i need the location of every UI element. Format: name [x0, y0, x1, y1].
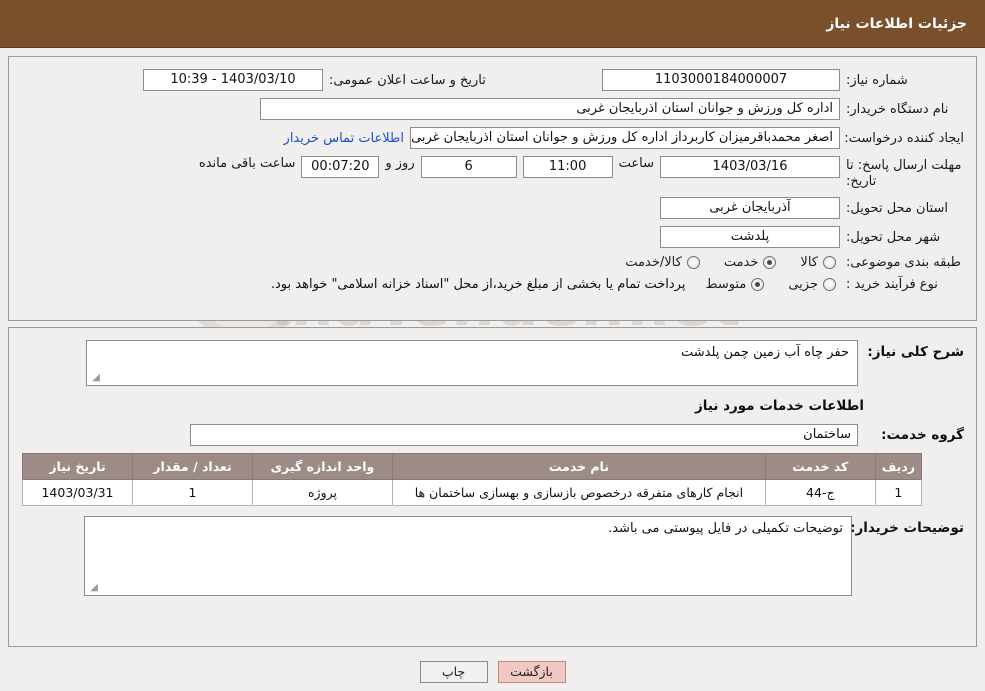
process-option-label: جزیی — [788, 277, 818, 292]
category-option-khedmat[interactable]: خدمت — [724, 255, 777, 270]
category-option-kala-khedmat[interactable]: کالا/خدمت — [625, 255, 700, 270]
row-city: شهر محل تحویل: پلدشت — [21, 226, 964, 248]
category-option-label: کالا — [800, 255, 818, 270]
city-label: شهر محل تحویل: — [846, 229, 941, 245]
row-general-desc: شرح کلی نیاز: حفر چاه آب زمین چمن پلدشت … — [21, 340, 964, 386]
buyer-contact-link[interactable]: اطلاعات تماس خریدار — [284, 131, 404, 146]
city-field[interactable]: پلدشت — [660, 226, 840, 248]
need-summary-panel: شماره نیاز: 1103000184000007 تاریخ و ساع… — [8, 56, 977, 321]
radio-icon[interactable] — [686, 256, 700, 269]
process-option-motevaset[interactable]: متوسط — [705, 277, 765, 292]
th-quantity: تعداد / مقدار — [132, 453, 253, 480]
need-number-field[interactable]: 1103000184000007 — [602, 69, 840, 91]
table-row: 1 ج-44 انجام کارهای متفرقه درخصوص بازساز… — [22, 479, 923, 506]
deadline-time-field[interactable]: 11:00 — [522, 156, 613, 178]
deadline-date-field[interactable]: 1403/03/16 — [660, 156, 840, 178]
category-radio-group: کالا خدمت کالا/خدمت — [625, 255, 840, 270]
action-button-bar: بازگشت چاپ — [0, 661, 985, 683]
category-label: طبقه بندی موضوعی: — [846, 255, 962, 270]
cell-need-date: 1403/03/31 — [22, 479, 133, 506]
buyer-notes-textarea[interactable]: توضیحات تکمیلی در فایل پیوستی می باشد. ◢ — [84, 516, 852, 596]
page-root: AnaTender.net جزئیات اطلاعات نیاز شماره … — [0, 0, 985, 691]
need-details-panel: شرح کلی نیاز: حفر چاه آب زمین چمن پلدشت … — [8, 327, 977, 647]
province-field[interactable]: آذربایجان غربی — [660, 197, 840, 219]
remaining-days-field[interactable]: 6 — [420, 156, 517, 178]
row-province: استان محل تحویل: آذربایجان غربی — [21, 197, 964, 219]
creator-label: ایجاد کننده درخواست: — [844, 130, 964, 146]
service-group-field[interactable]: ساختمان — [190, 424, 858, 446]
process-radio-group: جزیی متوسط — [705, 277, 840, 292]
deadline-label-line2: تاریخ: — [846, 174, 877, 189]
radio-icon[interactable] — [823, 256, 836, 269]
radio-icon[interactable] — [763, 256, 777, 269]
row-buyer-org: نام دستگاه خریدار: اداره کل ورزش و جوانا… — [21, 98, 964, 120]
deadline-time-label: ساعت — [618, 156, 654, 171]
days-label: روز و — [385, 156, 415, 171]
cell-row-number: 1 — [874, 479, 923, 506]
process-type-label: نوع فرآیند خرید : — [846, 277, 938, 292]
services-info-heading: اطلاعات خدمات مورد نیاز — [694, 398, 864, 414]
buyer-org-field[interactable]: اداره کل ورزش و جوانان استان اذربایجان غ… — [260, 98, 840, 120]
print-button[interactable]: چاپ — [419, 661, 488, 683]
buyer-notes-label: توضیحات خریدار: — [850, 520, 964, 536]
remaining-label: ساعت باقی مانده — [198, 156, 296, 171]
general-desc-textarea[interactable]: حفر چاه آب زمین چمن پلدشت ◢ — [86, 340, 858, 386]
creator-field[interactable]: اصغر محمدباقرمیزان کاربرداز اداره کل ورز… — [410, 127, 840, 149]
category-option-label: خدمت — [723, 255, 759, 270]
back-button[interactable]: بازگشت — [497, 661, 566, 683]
cell-service-code: ج-44 — [764, 479, 876, 506]
service-group-label: گروه خدمت: — [881, 427, 964, 443]
announce-date-label: تاریخ و ساعت اعلان عمومی: — [329, 72, 486, 88]
process-option-label: متوسط — [705, 277, 747, 292]
radio-icon[interactable] — [751, 278, 765, 291]
remaining-time-field[interactable]: 00:07:20 — [301, 156, 380, 178]
resize-grip-icon[interactable]: ◢ — [88, 583, 98, 593]
category-option-kala[interactable]: کالا — [800, 255, 836, 270]
buyer-notes-value: توضیحات تکمیلی در فایل پیوستی می باشد. — [608, 521, 843, 536]
page-header: جزئیات اطلاعات نیاز — [0, 0, 985, 48]
row-category: طبقه بندی موضوعی: کالا خدمت کالا/خدمت — [21, 255, 964, 270]
row-service-group: گروه خدمت: ساختمان — [21, 424, 964, 446]
row-process-type: نوع فرآیند خرید : جزیی متوسط پرداخت تمام… — [21, 277, 964, 292]
th-row-number: ردیف — [874, 453, 923, 480]
th-service-name: نام خدمت — [392, 453, 766, 480]
cell-service-name: انجام کارهای متفرقه درخصوص بازسازی و بهس… — [392, 479, 766, 506]
process-note: پرداخت تمام یا بخشی از مبلغ خرید،از محل … — [270, 277, 686, 292]
deadline-label-line1: مهلت ارسال پاسخ: تا — [846, 158, 962, 173]
th-service-code: کد خدمت — [764, 453, 876, 480]
row-creator: ایجاد کننده درخواست: اصغر محمدباقرمیزان … — [21, 127, 964, 149]
services-table: ردیف کد خدمت نام خدمت واحد اندازه گیری ت… — [22, 453, 923, 506]
th-need-date: تاریخ نیاز — [22, 453, 133, 480]
resize-grip-icon[interactable]: ◢ — [90, 373, 100, 383]
row-deadline: مهلت ارسال پاسخ: تا تاریخ: 1403/03/16 سا… — [21, 156, 964, 190]
radio-icon[interactable] — [823, 278, 836, 291]
row-need-number: شماره نیاز: 1103000184000007 تاریخ و ساع… — [21, 69, 964, 91]
province-label: استان محل تحویل: — [846, 200, 948, 216]
row-buyer-notes: توضیحات خریدار: توضیحات تکمیلی در فایل پ… — [21, 516, 964, 596]
general-desc-value: حفر چاه آب زمین چمن پلدشت — [680, 345, 849, 360]
table-header-row: ردیف کد خدمت نام خدمت واحد اندازه گیری ت… — [22, 453, 923, 480]
process-option-jozei[interactable]: جزیی — [788, 277, 836, 292]
buyer-org-label: نام دستگاه خریدار: — [846, 101, 949, 117]
need-number-label: شماره نیاز: — [846, 72, 908, 88]
category-option-label: کالا/خدمت — [625, 255, 682, 270]
general-desc-label: شرح کلی نیاز: — [867, 344, 964, 360]
th-unit: واحد اندازه گیری — [252, 453, 393, 480]
cell-unit: پروژه — [252, 479, 393, 506]
cell-quantity: 1 — [132, 479, 253, 506]
announce-date-field[interactable]: 1403/03/10 - 10:39 — [143, 69, 323, 91]
deadline-label: مهلت ارسال پاسخ: تا تاریخ: — [846, 156, 964, 190]
page-title: جزئیات اطلاعات نیاز — [826, 15, 967, 32]
